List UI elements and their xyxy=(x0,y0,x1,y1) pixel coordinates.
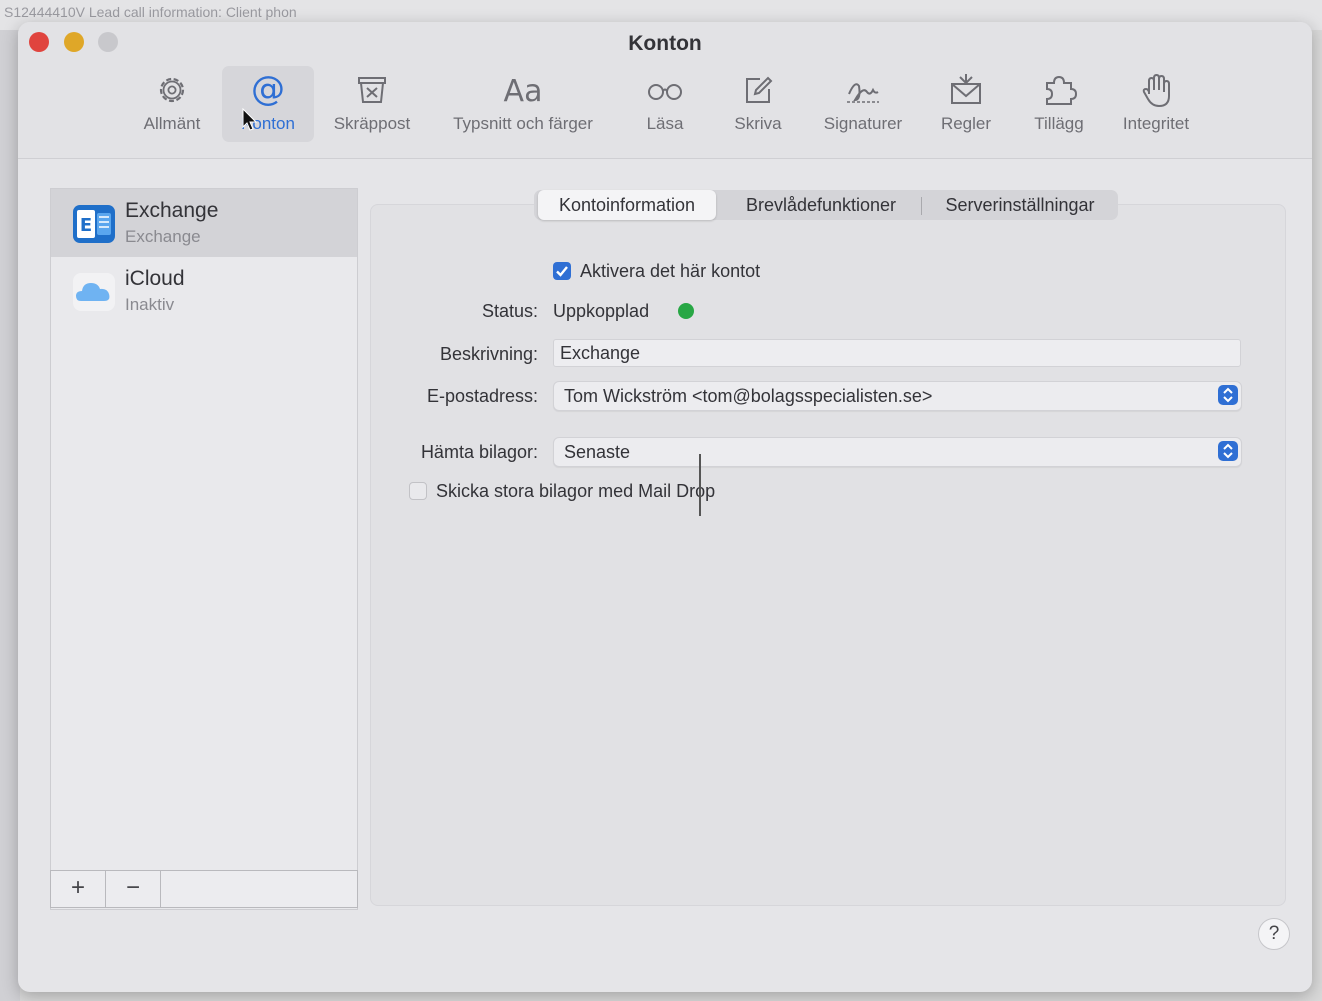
add-account-button[interactable]: + xyxy=(51,871,106,907)
popup-arrows-icon xyxy=(1218,385,1238,405)
exchange-icon: E xyxy=(73,205,115,243)
toolbar-label: Skräppost xyxy=(333,114,411,133)
account-name: iCloud xyxy=(125,267,185,290)
help-button[interactable]: ? xyxy=(1258,918,1290,950)
account-tabs: Kontoinformation Brevlådefunktioner Serv… xyxy=(534,190,1118,220)
compose-icon xyxy=(746,76,773,103)
toolbar-label: Skriva xyxy=(734,114,782,133)
icloud-icon xyxy=(73,273,115,311)
tab-account-information[interactable]: Kontoinformation xyxy=(538,190,716,220)
background-window-text: S12444410V Lead call information: Client… xyxy=(4,4,297,20)
description-value: Exchange xyxy=(560,343,641,363)
account-subtitle: Inaktiv xyxy=(125,295,175,314)
email-value: Tom Wickström <tom@bolagsspecialisten.se… xyxy=(564,386,933,406)
toolbar-rules[interactable]: Regler xyxy=(928,66,1004,142)
popup-arrows-icon xyxy=(1218,441,1238,461)
toolbar-general[interactable]: Allmänt xyxy=(128,66,216,142)
svg-text:Aa: Aa xyxy=(504,74,543,109)
status-indicator xyxy=(678,303,694,319)
mail-drop-label: Skicka stora bilagor med Mail Drop xyxy=(436,481,716,501)
rules-envelope-icon xyxy=(951,74,981,104)
toolbar-label: Allmänt xyxy=(143,114,201,133)
toolbar-junk[interactable]: Skräppost xyxy=(322,66,422,142)
activate-account-label: Aktivera det här kontot xyxy=(580,261,761,281)
puzzle-icon xyxy=(1046,75,1078,105)
svg-text:@: @ xyxy=(251,70,285,109)
account-subtitle: Exchange xyxy=(125,227,201,246)
toolbar-accounts[interactable]: @ Konton xyxy=(222,66,314,142)
toolbar-composing[interactable]: Skriva xyxy=(722,66,794,142)
accounts-list: E Exchange Exchange iCloud Inaktiv xyxy=(50,188,358,910)
status-value: Uppkopplad xyxy=(553,301,650,321)
status-label: Status: xyxy=(481,301,538,321)
remove-account-button[interactable]: − xyxy=(106,871,161,907)
description-label: Beskrivning: xyxy=(439,344,538,364)
toolbar-label: Konton xyxy=(241,114,295,133)
email-popup[interactable]: Tom Wickström <tom@bolagsspecialisten.se… xyxy=(553,381,1242,411)
text-cursor xyxy=(699,454,701,516)
account-name: Exchange xyxy=(125,199,219,222)
signature-icon xyxy=(847,83,879,103)
preferences-window: Konton Allmänt @ Konton Skräppost Aa Typ… xyxy=(18,22,1312,992)
attachments-value: Senaste xyxy=(564,442,631,462)
activate-account-checkbox[interactable] xyxy=(553,262,571,280)
mail-drop-checkbox[interactable] xyxy=(409,482,427,500)
toolbar-label: Integritet xyxy=(1122,114,1190,133)
toolbar-privacy[interactable]: Integritet xyxy=(1110,66,1202,142)
window-title: Konton xyxy=(628,32,702,55)
toolbar: Konton Allmänt @ Konton Skräppost Aa Typ… xyxy=(18,22,1312,159)
junk-trash-icon xyxy=(358,77,386,103)
mouse-pointer-icon xyxy=(242,108,258,131)
description-field[interactable]: Exchange xyxy=(553,339,1241,367)
toolbar-fonts-colors[interactable]: Aa Typsnitt och färger xyxy=(434,66,612,142)
account-item-exchange[interactable]: E Exchange Exchange xyxy=(51,189,357,257)
toolbar-label: Typsnitt och färger xyxy=(453,114,593,133)
gear-icon xyxy=(159,77,185,103)
toolbar-label: Signaturer xyxy=(823,114,903,133)
email-label: E-postadress: xyxy=(426,386,538,406)
checkmark-icon xyxy=(556,266,568,277)
tab-mailbox-behaviors[interactable]: Brevlådefunktioner xyxy=(726,190,916,220)
accounts-footer: + − xyxy=(50,870,358,908)
svg-text:E: E xyxy=(80,215,92,236)
tab-server-settings[interactable]: Serverinställningar xyxy=(926,190,1114,220)
attachments-popup[interactable]: Senaste xyxy=(553,437,1242,467)
toolbar-label: Läsa xyxy=(646,114,684,133)
attachments-label: Hämta bilagor: xyxy=(420,442,538,462)
background-window-edge xyxy=(0,30,20,1001)
tab-divider xyxy=(921,197,922,215)
glasses-icon xyxy=(648,84,682,100)
toolbar-label: Tillägg xyxy=(1034,114,1084,133)
at-sign-icon: @ xyxy=(251,70,285,109)
toolbar-signatures[interactable]: Signaturer xyxy=(812,66,914,142)
toolbar-label: Regler xyxy=(940,114,992,133)
hand-icon xyxy=(1142,73,1170,108)
account-item-icloud[interactable]: iCloud Inaktiv xyxy=(51,257,357,325)
font-aa-icon: Aa xyxy=(504,74,543,109)
toolbar-viewing[interactable]: Läsa xyxy=(630,66,700,142)
toolbar-extensions[interactable]: Tillägg xyxy=(1022,66,1096,142)
